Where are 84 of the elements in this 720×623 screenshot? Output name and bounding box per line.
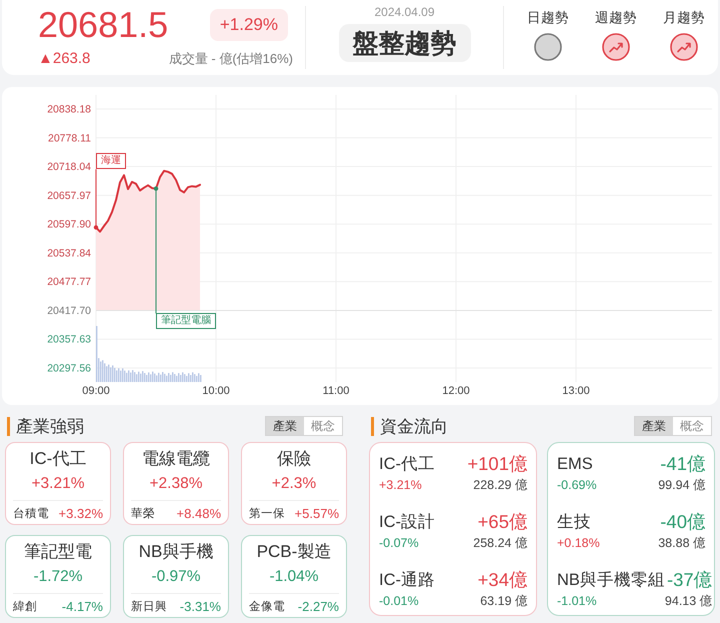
turnover-value: 228.29 億 [472,477,528,494]
x-axis-label: 09:00 [82,385,110,397]
industry-card[interactable]: 保險 +2.3% 第一保 +5.57% [241,442,347,525]
industry-change: +3.21% [379,477,423,494]
stock-change: +5.57% [294,506,339,522]
net-flow-amount: +34億 [478,568,528,592]
industry-name: NB與手機 [138,541,214,563]
net-flow-amount: +65億 [476,510,528,534]
industry-change: +2.3% [272,474,316,494]
y-axis-label: 20417.70 [47,304,91,317]
industry-change: +0.18% [557,535,601,552]
stock-change: -2.27% [298,599,339,615]
market-status-badge: 盤整趨勢 [338,24,470,62]
trend-label: 日趨勢 [527,9,569,26]
y-axis-label: 20718.04 [47,161,91,174]
turnover-value: 94.13 億 [664,593,713,610]
industry-card[interactable]: PCB-製造 -1.04% 金像電 -2.27% [241,535,347,618]
stock-name: 第一保 [249,506,285,522]
industry-change: -0.69% [557,477,598,494]
net-flow-amount: +101億 [467,452,528,476]
net-flow-amount: -37億 [666,568,713,592]
industry-name: 保險 [277,448,311,470]
turnover-value: 99.94 億 [658,477,706,494]
industry-change: -0.97% [151,567,201,587]
stock-change: +3.32% [58,506,103,522]
stock-name: 金像電 [249,600,285,615]
industry-name[interactable]: IC-設計 [379,510,474,534]
y-axis-label: 20357.63 [47,334,91,346]
annotation-label: 筆記型電腦 [156,313,216,330]
stock-name: 台積電 [13,506,49,522]
industry-name[interactable]: NB與手機零組 [557,568,665,592]
x-axis-label: 10:00 [202,385,230,397]
trend-label: 週趨勢 [595,9,637,26]
turnover-value: 258.24 億 [473,535,528,552]
y-axis-label: 20297.56 [47,362,91,374]
index-price: 20681.5 [38,3,168,47]
industry-card[interactable]: 筆記型電 -1.72% 緯創 -4.17% [5,535,111,618]
industry-name: 電線電纜 [142,448,210,470]
net-flow-amount: -41億 [659,452,706,476]
index-change: ▲263.8 [38,50,90,68]
trend-label: 月趨勢 [663,9,705,26]
category-tab[interactable]: 產業 [635,417,673,435]
x-axis-label: 13:00 [562,385,590,397]
y-axis-label: 20838.18 [47,104,91,116]
industry-name: IC-代工 [30,448,86,470]
category-tab[interactable]: 產業 [266,417,304,435]
stock-name: 華榮 [131,506,155,522]
industry-name[interactable]: EMS [557,452,658,476]
y-axis-label: 20537.84 [47,247,91,260]
x-axis-label: 11:00 [322,385,350,397]
industry-change: -0.07% [379,535,420,552]
trading-volume: 成交量 - 億(估增16%) [168,50,293,68]
stock-change: -4.17% [62,599,103,615]
industry-change: +2.38% [149,474,202,494]
stock-name: 新日興 [131,599,167,615]
industry-change: -1.04% [269,567,319,587]
industry-card[interactable]: 電線電纜 +2.38% 華榮 +8.48% [123,442,229,525]
industry-name[interactable]: IC-代工 [379,452,468,476]
x-axis-label: 12:00 [442,385,470,397]
industry-name[interactable]: IC-通路 [379,568,478,592]
net-flow-amount: -40億 [659,510,706,534]
change-percent-badge: +1.29% [210,9,288,41]
y-axis-label: 20657.97 [47,190,91,202]
industry-change: -0.01% [379,593,420,610]
turnover-value: 63.19 億 [479,593,528,610]
stock-change: -3.31% [180,599,221,615]
stock-name: 緯創 [13,600,37,615]
industry-change: -1.01% [557,593,598,610]
industry-name: 筆記型電 [24,541,92,563]
industry-card[interactable]: NB與手機 -0.97% 新日興 -3.31% [123,535,229,618]
industry-name[interactable]: 生技 [557,510,658,534]
y-axis-label: 20597.90 [47,218,91,231]
market-date: 2024.04.09 [374,5,435,19]
stock-change: +8.48% [176,506,221,522]
section-title: 產業強弱 [7,416,84,436]
turnover-value: 38.88 億 [658,535,706,552]
industry-card[interactable]: IC-代工 +3.21% 台積電 +3.32% [5,442,111,525]
industry-change: +3.21% [31,474,84,494]
y-axis-label: 20778.11 [48,132,91,144]
industry-change: -1.72% [33,567,83,587]
section-title: 資金流向 [371,416,448,436]
industry-name: PCB-製造 [256,541,332,563]
annotation-label: 海運 [96,153,126,170]
y-axis-label: 20477.77 [47,276,91,288]
